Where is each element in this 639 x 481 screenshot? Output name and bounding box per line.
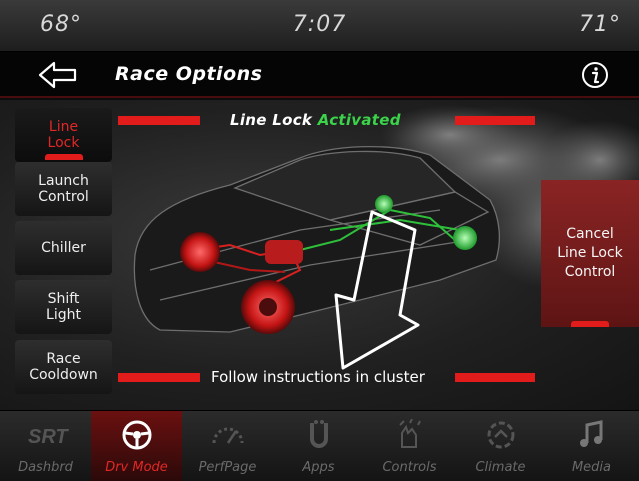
- srt-logo-text: SRT: [28, 426, 69, 448]
- instruction-text: Follow instructions in cluster: [211, 368, 425, 386]
- nav-climate[interactable]: Climate: [455, 411, 546, 481]
- front-brake-left: [180, 232, 220, 272]
- side-item-launch-control[interactable]: Launch Control: [15, 162, 112, 216]
- line-lock-status: Line Lock Activated: [230, 111, 401, 129]
- back-arrow-icon: [38, 61, 77, 89]
- status-accent-right: [455, 116, 535, 125]
- status-activated: Activated: [317, 111, 401, 129]
- side-item-race-cooldown[interactable]: Race Cooldown: [15, 340, 112, 394]
- side-item-shift-light[interactable]: Shift Light: [15, 280, 112, 334]
- controls-icon: [399, 419, 421, 448]
- nav-controls[interactable]: Controls: [364, 411, 455, 481]
- nav-dashbrd[interactable]: SRT Dashbrd: [0, 411, 91, 481]
- nav-media[interactable]: Media: [546, 411, 639, 481]
- side-item-chiller[interactable]: Chiller: [15, 221, 112, 275]
- nav-apps[interactable]: Apps: [273, 411, 364, 481]
- status-prefix: Line Lock: [230, 111, 313, 129]
- nav-perfpage[interactable]: PerfPage: [182, 411, 273, 481]
- gauge-icon: [212, 427, 244, 444]
- bottom-nav: SRT Dashbrd Drv Mode PerfPage Apps Contr…: [0, 410, 639, 481]
- nav-label: Apps: [302, 460, 335, 475]
- back-button[interactable]: [38, 61, 78, 89]
- status-accent-left: [118, 116, 200, 125]
- instruction-accent-right: [455, 373, 535, 382]
- nav-label: Climate: [475, 460, 526, 475]
- cancel-line-lock-button[interactable]: Cancel Line Lock Control: [541, 180, 639, 327]
- clock: 7:07: [292, 12, 347, 37]
- passenger-temperature[interactable]: 71°: [579, 12, 621, 37]
- nav-label: Media: [571, 460, 612, 475]
- info-icon: [582, 62, 608, 88]
- apps-icon: [310, 420, 328, 448]
- steering-wheel-icon: [122, 420, 152, 450]
- nav-label: Controls: [382, 460, 437, 475]
- brake-master-cylinder: [265, 240, 303, 264]
- instruction-accent-left: [118, 373, 200, 382]
- nav-label: Dashbrd: [18, 460, 73, 475]
- climate-icon: [487, 421, 515, 449]
- music-note-icon: [580, 420, 603, 447]
- line-lock-panel: Line Lock Activated Line Lock Launch Con…: [0, 100, 639, 410]
- info-button[interactable]: [581, 61, 609, 89]
- nav-label: Drv Mode: [105, 460, 168, 475]
- rear-brake-right: [453, 226, 477, 250]
- nav-label: PerfPage: [198, 460, 257, 475]
- page-title: Race Options: [115, 63, 263, 85]
- srt-logo-icon: SRT: [28, 426, 69, 448]
- side-item-line-lock[interactable]: Line Lock: [15, 108, 112, 162]
- title-bar: Race Options: [0, 52, 639, 98]
- status-bar: 68° 7:07 71°: [0, 0, 639, 52]
- rear-brake-left: [375, 195, 393, 213]
- nav-drv-mode[interactable]: Drv Mode: [91, 411, 182, 481]
